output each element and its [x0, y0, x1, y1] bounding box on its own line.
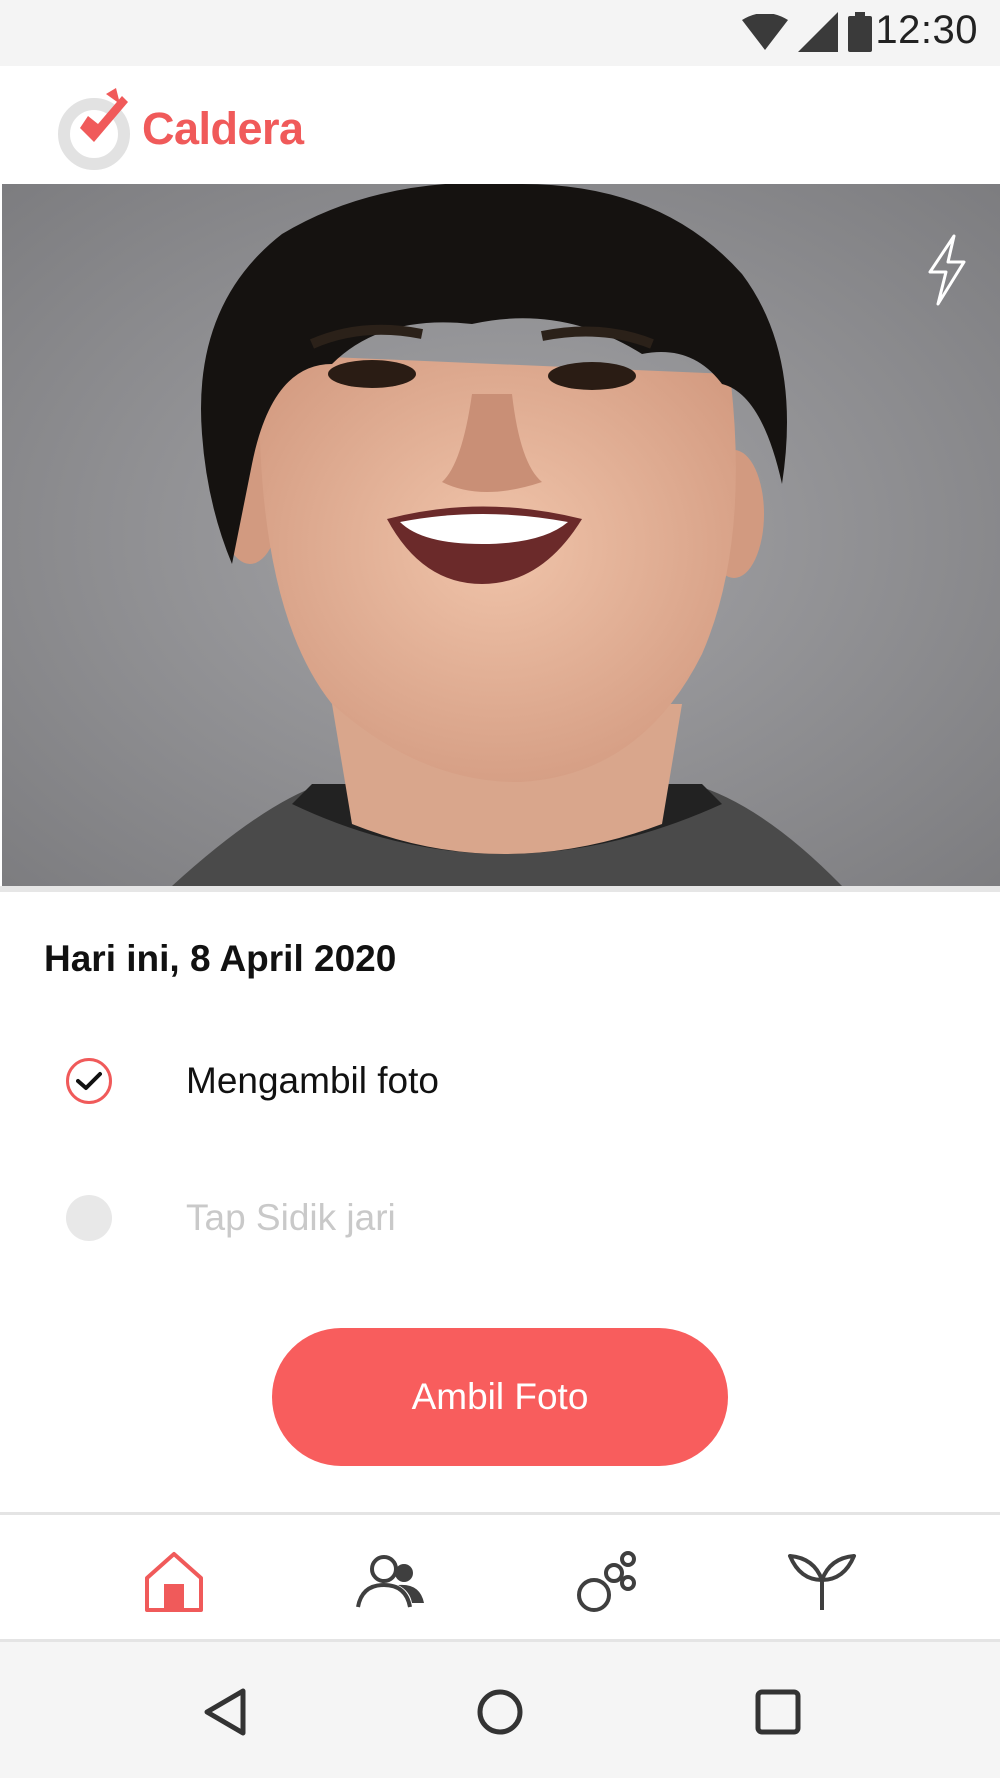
battery-icon	[848, 12, 872, 52]
date-heading: Hari ini, 8 April 2020	[44, 938, 397, 979]
app-name: Caldera	[142, 103, 304, 154]
step-take-photo: Mengambil foto	[66, 1058, 439, 1104]
face-photo	[2, 184, 1000, 886]
bottom-navigation	[0, 1512, 1000, 1642]
app-logo: Caldera	[58, 88, 304, 170]
system-back-button[interactable]	[194, 1682, 254, 1742]
system-navigation-bar	[0, 1642, 1000, 1778]
back-icon	[204, 1688, 246, 1736]
status-bar: 12:30	[0, 0, 1000, 66]
take-photo-button[interactable]: Ambil Foto	[272, 1328, 728, 1466]
flash-toggle[interactable]	[924, 234, 968, 311]
system-home-button[interactable]	[470, 1682, 530, 1742]
nav-growth[interactable]	[782, 1543, 862, 1619]
status-time: 12:30	[875, 8, 978, 52]
caldera-logo-icon	[58, 88, 130, 170]
nav-bubbles[interactable]	[566, 1543, 646, 1619]
system-recents-button[interactable]	[748, 1682, 808, 1742]
check-icon	[76, 1072, 102, 1090]
recents-icon	[755, 1689, 801, 1735]
lightning-icon	[928, 234, 966, 306]
step-pending-circle	[66, 1195, 112, 1241]
nav-people[interactable]	[350, 1543, 430, 1619]
people-icon	[356, 1555, 424, 1608]
status-icons	[742, 12, 872, 52]
step-fingerprint: Tap Sidik jari	[66, 1195, 396, 1241]
home-icon	[145, 1552, 203, 1612]
wifi-icon	[742, 14, 788, 50]
signal-icon	[798, 12, 838, 52]
home-circle-icon	[477, 1689, 523, 1735]
divider	[0, 886, 1000, 892]
step-label: Tap Sidik jari	[186, 1197, 396, 1238]
camera-preview	[2, 184, 1000, 886]
step-check-circle	[66, 1058, 112, 1104]
bubbles-icon	[577, 1551, 636, 1612]
step-label: Mengambil foto	[186, 1060, 439, 1101]
sprout-icon	[788, 1554, 856, 1610]
nav-home[interactable]	[134, 1543, 214, 1619]
app-bar: Caldera	[0, 66, 1000, 184]
